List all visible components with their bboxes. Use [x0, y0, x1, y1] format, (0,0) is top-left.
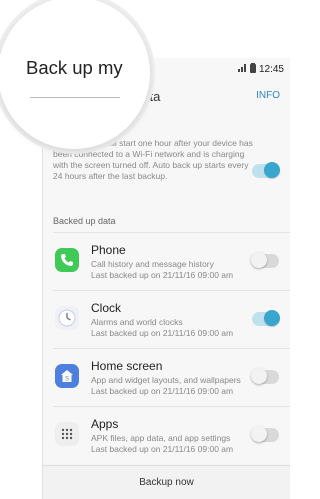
item-title: Phone	[91, 243, 126, 257]
backup-now-button[interactable]: Backup now	[43, 465, 290, 499]
svg-text:S: S	[65, 377, 69, 383]
magnifier-callout: Back up my	[0, 0, 150, 149]
home-icon: S	[55, 364, 79, 388]
magnified-title: Back up my	[26, 57, 123, 78]
apps-toggle[interactable]	[251, 426, 279, 442]
status-time: 12:45	[258, 63, 284, 75]
divider	[53, 348, 290, 349]
phone-icon	[55, 248, 79, 272]
item-subtitle: Alarms and world clocks Last backed up on…	[91, 317, 234, 338]
divider	[53, 290, 290, 291]
battery-icon	[249, 62, 256, 76]
auto-backup-toggle[interactable]	[252, 162, 280, 178]
section-title: Backed up data	[53, 216, 116, 226]
divider	[53, 232, 290, 233]
list-item-apps[interactable]: Apps APK files, app data, and app settin…	[43, 410, 290, 462]
home-screen-toggle[interactable]	[251, 368, 279, 384]
list-item-clock[interactable]: Clock Alarms and world clocks Last backed…	[43, 294, 290, 346]
item-subtitle: APK files, app data, and app settings Las…	[91, 433, 234, 454]
info-button[interactable]: INFO	[256, 90, 280, 101]
item-title: Home screen	[91, 359, 163, 373]
signal-icon	[237, 63, 247, 75]
divider	[53, 406, 290, 407]
item-subtitle: Call history and message history Last bac…	[91, 259, 234, 280]
item-subtitle: App and widget layouts, and wallpapers La…	[91, 375, 241, 396]
phone-toggle[interactable]	[251, 252, 279, 268]
list-item-phone[interactable]: Phone Call history and message history La…	[43, 236, 290, 288]
list-item-home-screen[interactable]: S Home screen App and widget layouts, an…	[43, 352, 290, 404]
item-title: Clock	[91, 301, 122, 315]
clock-toggle[interactable]	[252, 310, 280, 326]
magnified-underline	[30, 97, 120, 98]
apps-icon	[55, 422, 79, 446]
clock-icon	[55, 306, 79, 330]
item-title: Apps	[91, 417, 119, 431]
